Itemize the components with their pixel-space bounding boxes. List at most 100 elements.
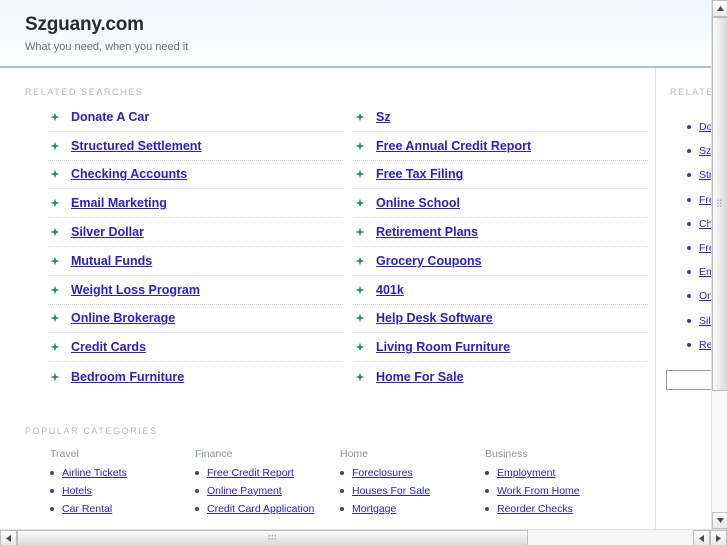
sidebar-link[interactable]: Free Annual Credit Report bbox=[699, 194, 711, 206]
related-search-link[interactable]: Checking Accounts bbox=[71, 167, 187, 181]
related-search-link[interactable]: Silver Dollar bbox=[71, 225, 144, 239]
related-search-item[interactable]: Home For Sale bbox=[353, 362, 648, 391]
category-link[interactable]: Airline Tickets bbox=[62, 467, 127, 479]
related-search-item[interactable]: Retirement Plans bbox=[353, 218, 648, 247]
related-search-item[interactable]: Mutual Funds bbox=[48, 247, 343, 276]
related-search-link[interactable]: Online School bbox=[376, 196, 460, 210]
related-search-item[interactable]: Online Brokerage bbox=[48, 305, 343, 334]
category-list-item[interactable]: Airline Tickets bbox=[50, 467, 195, 479]
scroll-right-button[interactable] bbox=[710, 530, 727, 545]
category-link[interactable]: Credit Card Application bbox=[207, 503, 314, 515]
related-search-item[interactable]: Grocery Coupons bbox=[353, 247, 648, 276]
related-search-link[interactable]: Help Desk Software bbox=[376, 311, 493, 325]
vertical-scroll-thumb[interactable] bbox=[712, 17, 727, 391]
related-search-item[interactable]: Donate A Car bbox=[48, 103, 343, 132]
related-search-item[interactable]: Silver Dollar bbox=[48, 218, 343, 247]
category-link[interactable]: Work From Home bbox=[497, 485, 580, 497]
related-search-item[interactable]: Checking Accounts bbox=[48, 161, 343, 190]
category-link[interactable]: Free Credit Report bbox=[207, 467, 294, 479]
sidebar-search-box[interactable] bbox=[666, 369, 711, 390]
category-link[interactable]: Hotels bbox=[62, 485, 92, 497]
related-search-link[interactable]: Living Room Furniture bbox=[376, 340, 510, 354]
category-link[interactable]: Houses For Sale bbox=[352, 485, 430, 497]
related-search-link[interactable]: Weight Loss Program bbox=[71, 283, 200, 297]
related-search-item[interactable]: Free Tax Filing bbox=[353, 161, 648, 190]
sidebar-list-item[interactable]: Sz bbox=[687, 139, 711, 163]
bullet-dot-icon bbox=[195, 506, 199, 511]
related-search-link[interactable]: Free Tax Filing bbox=[376, 167, 463, 181]
related-search-link[interactable]: Credit Cards bbox=[71, 340, 146, 354]
related-search-item[interactable]: Bedroom Furniture bbox=[48, 362, 343, 391]
search-input[interactable] bbox=[667, 371, 711, 390]
sidebar-list-item[interactable]: Checking Accounts bbox=[687, 212, 711, 236]
horizontal-scroll-thumb[interactable] bbox=[17, 530, 528, 545]
sidebar-link[interactable]: Email Marketing bbox=[699, 266, 711, 278]
sidebar-link[interactable]: Online School bbox=[699, 290, 711, 302]
category-list-item[interactable]: Online Payment bbox=[195, 485, 340, 497]
sidebar-link[interactable]: Structured Settlement bbox=[699, 169, 711, 181]
category-list-item[interactable]: Credit Card Application bbox=[195, 503, 340, 515]
scroll-down-button[interactable] bbox=[712, 512, 727, 529]
related-search-item[interactable]: Living Room Furniture bbox=[353, 333, 648, 363]
sidebar-list-item[interactable]: Retirement Plans bbox=[687, 333, 711, 357]
arrow-bullet-icon bbox=[50, 256, 60, 266]
related-search-item[interactable]: Online School bbox=[353, 189, 648, 219]
related-search-item[interactable]: Free Annual Credit Report bbox=[353, 132, 648, 161]
category-list-item[interactable]: Reorder Checks bbox=[485, 503, 630, 515]
category-link[interactable]: Foreclosures bbox=[352, 467, 413, 479]
sidebar-list-item[interactable]: Email Marketing bbox=[687, 260, 711, 284]
category-list-item[interactable]: Employment bbox=[485, 467, 630, 479]
category-link[interactable]: Reorder Checks bbox=[497, 503, 573, 515]
sidebar-link[interactable]: Free Tax Filing bbox=[699, 242, 711, 254]
sidebar-list-item[interactable]: Online School bbox=[687, 284, 711, 308]
vertical-scrollbar[interactable] bbox=[711, 0, 727, 529]
related-search-item[interactable]: 401k bbox=[353, 276, 648, 305]
scroll-left-button[interactable] bbox=[0, 530, 17, 545]
related-search-item[interactable]: Sz bbox=[353, 103, 648, 132]
related-search-link[interactable]: Sz bbox=[376, 110, 391, 124]
category-list-item[interactable]: Hotels bbox=[50, 485, 195, 497]
related-search-item[interactable]: Help Desk Software bbox=[353, 305, 648, 334]
category-list-item[interactable]: Car Rental bbox=[50, 503, 195, 515]
related-search-link[interactable]: 401k bbox=[376, 283, 404, 297]
category-list-item[interactable]: Work From Home bbox=[485, 485, 630, 497]
related-search-item[interactable]: Structured Settlement bbox=[48, 132, 343, 161]
category-link[interactable]: Car Rental bbox=[62, 503, 112, 515]
related-search-link[interactable]: Grocery Coupons bbox=[376, 254, 482, 268]
sidebar-list-item[interactable]: Free Annual Credit Report bbox=[687, 188, 711, 212]
category-list-item[interactable]: Foreclosures bbox=[340, 467, 485, 479]
category-list-item[interactable]: Mortgage bbox=[340, 503, 485, 515]
related-search-link[interactable]: Retirement Plans bbox=[376, 225, 478, 239]
horizontal-scrollbar[interactable] bbox=[0, 529, 727, 545]
related-search-item[interactable]: Email Marketing bbox=[48, 189, 343, 219]
category-link[interactable]: Online Payment bbox=[207, 485, 282, 497]
sidebar-link[interactable]: Retirement Plans bbox=[699, 339, 711, 351]
related-search-link[interactable]: Online Brokerage bbox=[71, 311, 175, 325]
scroll-left-button-secondary[interactable] bbox=[693, 530, 710, 545]
related-search-link[interactable]: Home For Sale bbox=[376, 370, 464, 384]
related-search-item[interactable]: Credit Cards bbox=[48, 333, 343, 363]
related-search-item[interactable]: Weight Loss Program bbox=[48, 276, 343, 305]
vertical-scroll-track[interactable] bbox=[712, 17, 727, 512]
sidebar-link[interactable]: Checking Accounts bbox=[699, 218, 711, 230]
sidebar-link[interactable]: Donate A Car bbox=[699, 121, 711, 133]
related-search-link[interactable]: Email Marketing bbox=[71, 196, 167, 210]
category-list-item[interactable]: Free Credit Report bbox=[195, 467, 340, 479]
related-search-link[interactable]: Structured Settlement bbox=[71, 139, 202, 153]
related-search-link[interactable]: Free Annual Credit Report bbox=[376, 139, 531, 153]
sidebar-list-item[interactable]: Structured Settlement bbox=[687, 163, 711, 187]
category-list-item[interactable]: Houses For Sale bbox=[340, 485, 485, 497]
sidebar-list-item[interactable]: Silver Dollar bbox=[687, 309, 711, 333]
related-search-link[interactable]: Donate A Car bbox=[71, 110, 149, 124]
sidebar-list-item[interactable]: Donate A Car bbox=[687, 115, 711, 139]
bullet-dot-icon bbox=[687, 173, 691, 178]
category-link[interactable]: Employment bbox=[497, 467, 555, 479]
category-link[interactable]: Mortgage bbox=[352, 503, 396, 515]
site-header: Szguany.com What you need, when you need… bbox=[0, 0, 711, 68]
sidebar-list-item[interactable]: Free Tax Filing bbox=[687, 236, 711, 260]
sidebar-link[interactable]: Sz bbox=[699, 145, 711, 157]
related-search-link[interactable]: Mutual Funds bbox=[71, 254, 152, 268]
sidebar-link[interactable]: Silver Dollar bbox=[699, 315, 711, 327]
related-search-link[interactable]: Bedroom Furniture bbox=[71, 370, 184, 384]
scroll-up-button[interactable] bbox=[712, 0, 727, 17]
